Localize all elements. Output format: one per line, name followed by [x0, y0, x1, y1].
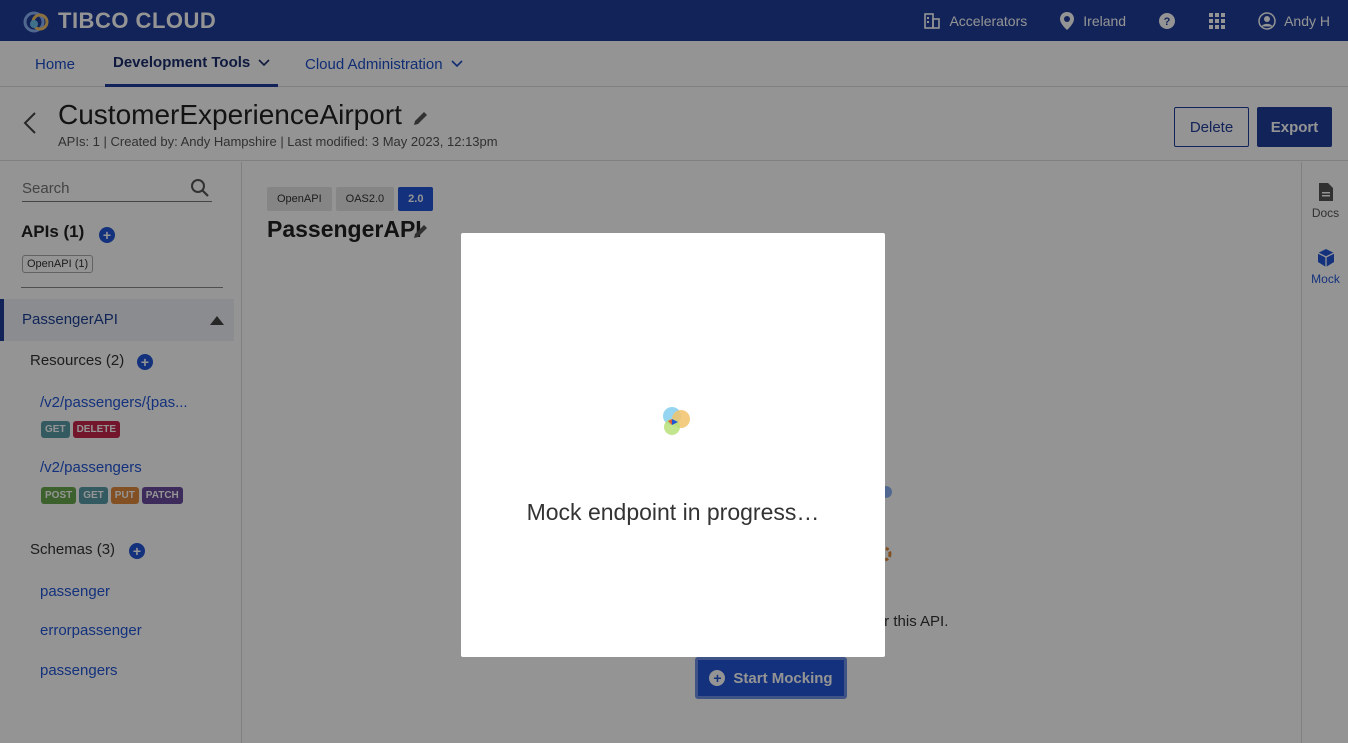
mock-progress-dialog: Mock endpoint in progress… — [461, 233, 885, 657]
loading-spinner-icon — [663, 407, 690, 435]
progress-message: Mock endpoint in progress… — [526, 499, 820, 525]
